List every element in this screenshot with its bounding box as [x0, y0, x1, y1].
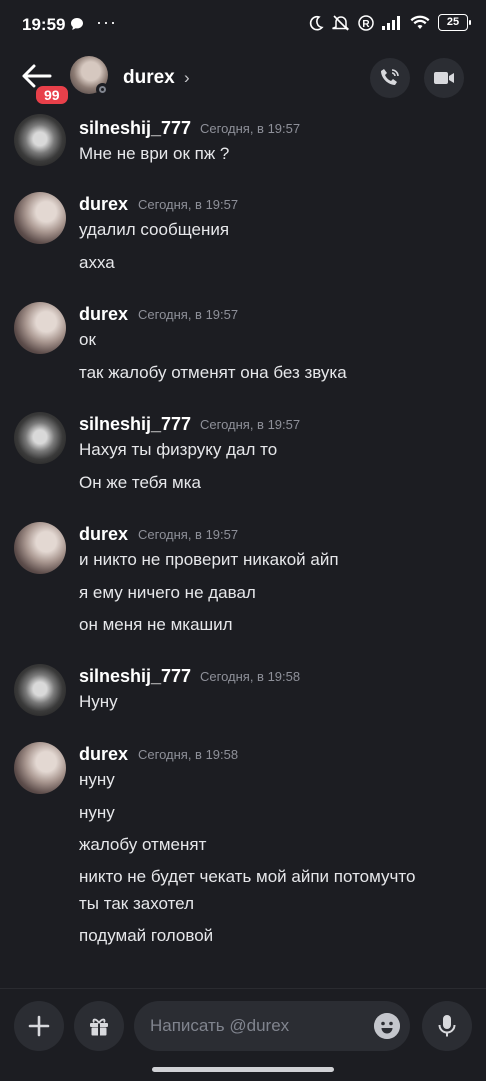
- svg-text:R: R: [362, 19, 370, 30]
- status-bar: 19:59 ··· R 25: [0, 0, 486, 50]
- message-text: ты так захотел: [79, 894, 194, 913]
- message-timestamp: Сегодня, в 19:57: [138, 527, 239, 542]
- more-notifications-icon: ···: [96, 12, 117, 32]
- emoji-icon[interactable]: [374, 1013, 400, 1039]
- wifi-icon: [410, 15, 430, 29]
- message-text: подумай головой: [79, 926, 214, 945]
- voice-call-button[interactable]: [370, 58, 410, 98]
- video-call-button[interactable]: [424, 58, 464, 98]
- message-list[interactable]: silneshij_777 Сегодня, в 19:57 Мне не вр…: [0, 108, 486, 988]
- message-text: никто не будет чекать мой айпи потомучто: [79, 867, 416, 886]
- chat-header: 99 durex ›: [0, 50, 486, 108]
- message-timestamp: Сегодня, в 19:58: [138, 747, 239, 762]
- home-indicator[interactable]: [152, 1067, 334, 1072]
- offline-status-icon: [96, 83, 109, 96]
- voice-message-button[interactable]: [422, 1001, 472, 1051]
- message-author[interactable]: durex: [79, 194, 128, 215]
- plus-icon: [28, 1015, 50, 1037]
- unread-badge: 99: [33, 83, 71, 107]
- chat-notification-icon: [71, 18, 83, 30]
- avatar[interactable]: [14, 742, 66, 794]
- message-text: ок: [79, 330, 96, 349]
- battery-icon: 25: [438, 14, 471, 31]
- gift-icon: [90, 1018, 108, 1036]
- video-camera-icon: [434, 72, 454, 84]
- message-author[interactable]: silneshij_777: [79, 414, 191, 435]
- message-author[interactable]: silneshij_777: [79, 666, 191, 687]
- avatar[interactable]: [14, 192, 66, 244]
- message-text: Нуну: [79, 692, 118, 711]
- mute-icon: [332, 14, 350, 31]
- moon-icon: [309, 15, 324, 31]
- message-text: ахха: [79, 253, 115, 272]
- message-text: нуну: [79, 803, 115, 822]
- avatar[interactable]: [14, 522, 66, 574]
- message-text: жалобу отменят: [79, 835, 207, 854]
- registered-icon: R: [358, 14, 374, 31]
- message-text: так жалобу отменят она без звука: [79, 363, 347, 382]
- message-text: и никто не проверит никакой айп: [79, 550, 339, 569]
- avatar[interactable]: [14, 412, 66, 464]
- message-input[interactable]: Написать @durex: [134, 1001, 410, 1051]
- message-timestamp: Сегодня, в 19:58: [200, 669, 301, 684]
- message-text: Он же тебя мка: [79, 473, 201, 492]
- message-author[interactable]: durex: [79, 524, 128, 545]
- message-text: Нахуя ты физруку дал то: [79, 440, 278, 459]
- message-timestamp: Сегодня, в 19:57: [138, 307, 239, 322]
- avatar[interactable]: [14, 664, 66, 716]
- chevron-right-icon[interactable]: ›: [184, 68, 190, 88]
- message-text: удалил сообщения: [79, 220, 230, 239]
- header-username[interactable]: durex: [123, 67, 175, 89]
- message-timestamp: Сегодня, в 19:57: [200, 121, 301, 136]
- message-timestamp: Сегодня, в 19:57: [200, 417, 301, 432]
- status-time: 19:59: [22, 15, 66, 34]
- signal-icon: [382, 15, 400, 30]
- message-timestamp: Сегодня, в 19:57: [138, 197, 239, 212]
- message-text: нуну: [79, 770, 115, 789]
- gift-button[interactable]: [74, 1001, 124, 1051]
- message-author[interactable]: durex: [79, 744, 128, 765]
- avatar[interactable]: [14, 114, 66, 166]
- message-author[interactable]: durex: [79, 304, 128, 325]
- message-text: я ему ничего не давал: [79, 583, 256, 602]
- message-author[interactable]: silneshij_777: [79, 118, 191, 139]
- phone-icon: [381, 69, 399, 85]
- message-text: он меня не мкашил: [79, 615, 233, 634]
- add-attachment-button[interactable]: [14, 1001, 64, 1051]
- message-text: Мне не ври ок пж ?: [79, 144, 230, 163]
- microphone-icon: [438, 1015, 456, 1037]
- avatar[interactable]: [14, 302, 66, 354]
- message-input-placeholder: Написать @durex: [150, 1016, 290, 1035]
